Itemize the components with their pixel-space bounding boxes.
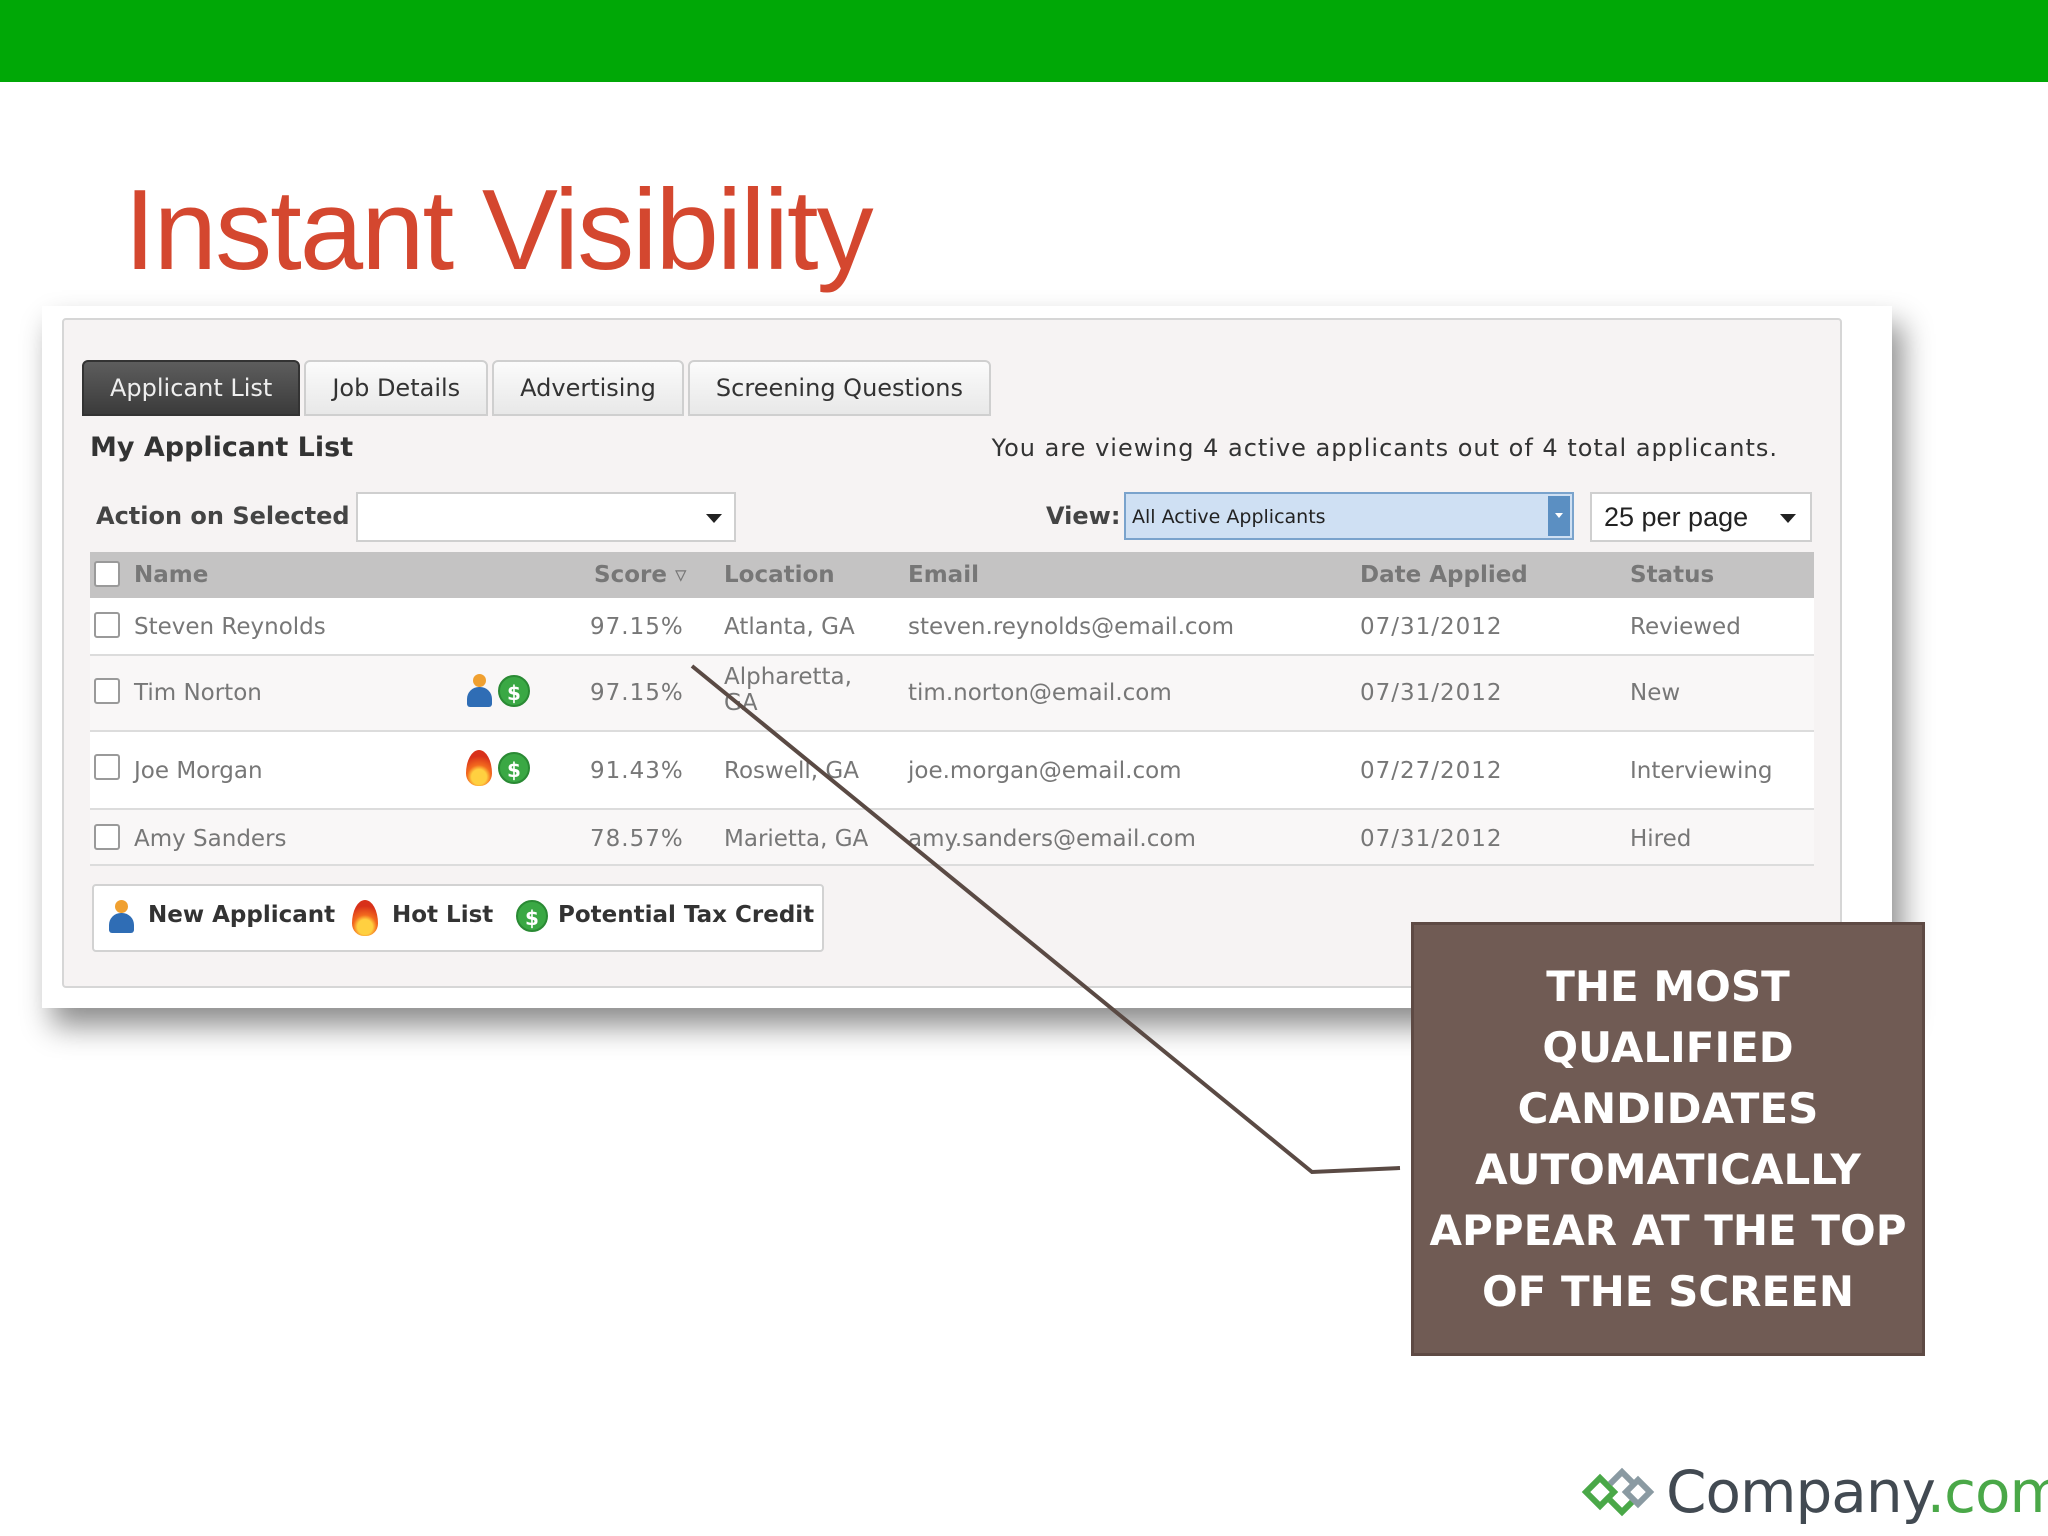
per-page-value: 25 per page [1604,502,1749,532]
tax-credit-icon: $ [498,752,530,784]
applicant-email[interactable]: tim.norton@email.com [908,680,1172,706]
chevron-down-icon [706,514,722,523]
hot-list-icon [466,750,492,786]
applicant-location: Roswell, GA [724,758,859,784]
applicant-location: Alpharetta, [724,664,852,690]
row-checkbox[interactable] [94,612,120,638]
applicant-location-line2: GA [724,690,758,716]
column-header-email[interactable]: Email [908,562,979,588]
tab-job-details[interactable]: Job Details [304,360,489,416]
column-header-date[interactable]: Date Applied [1360,562,1528,588]
applicant-status: Interviewing [1630,758,1773,784]
applicant-score: 97.15% [590,680,684,706]
tab-bar: Applicant List Job Details Advertising S… [82,360,992,416]
table-row[interactable]: Amy Sanders 78.57% Marietta, GA amy.sand… [90,810,1814,866]
row-checkbox[interactable] [94,754,120,780]
new-applicant-icon [466,674,492,708]
tab-advertising[interactable]: Advertising [492,360,684,416]
company-logo: Company.com [1580,1456,2048,1528]
applicant-email[interactable]: steven.reynolds@email.com [908,614,1234,640]
applicant-name[interactable]: Joe Morgan [134,758,263,784]
sort-icon: ▿ [674,562,687,588]
view-value: All Active Applicants [1132,506,1326,528]
view-label: View: [1046,502,1121,530]
column-header-location[interactable]: Location [724,562,835,588]
applicant-date: 07/31/2012 [1360,680,1503,706]
brand-wordmark: Company.com [1666,1458,2048,1526]
tab-screening-questions[interactable]: Screening Questions [687,360,992,416]
applicant-email[interactable]: amy.sanders@email.com [908,826,1196,852]
logo-mark-icon [1581,1467,1655,1517]
applicant-panel: Applicant List Job Details Advertising S… [62,318,1842,988]
icon-legend: New Applicant Hot List $ Potential Tax C… [92,884,824,952]
applicant-table: Name Score ▿ Location Email Date Applied… [90,552,1814,866]
view-select[interactable]: All Active Applicants [1124,492,1574,540]
applicant-name[interactable]: Amy Sanders [134,826,287,852]
score-header-label: Score [594,562,667,588]
column-header-name[interactable]: Name [134,562,208,588]
applicant-icons: $ [466,750,530,786]
select-all-checkbox[interactable] [94,561,120,587]
applicant-date: 07/31/2012 [1360,614,1503,640]
applicant-icons: $ [466,674,530,708]
chevron-down-icon [1555,513,1563,518]
column-header-score[interactable]: Score ▿ [594,562,687,588]
top-green-bar [0,0,2048,82]
list-title: My Applicant List [90,432,354,463]
brand-name: Company [1666,1458,1928,1526]
legend-tax-credit: Potential Tax Credit [558,902,815,928]
table-row[interactable]: Joe Morgan $ 91.43% Roswell, GA joe.morg… [90,732,1814,810]
applicant-summary: You are viewing 4 active applicants out … [991,434,1778,462]
callout-text: THE MOST QUALIFIED CANDIDATES AUTOMATICA… [1429,962,1907,1316]
applicant-score: 91.43% [590,758,684,784]
column-header-status[interactable]: Status [1630,562,1714,588]
hot-list-icon [352,900,378,936]
brand-tld: .com [1926,1458,2048,1526]
row-checkbox[interactable] [94,824,120,850]
table-row[interactable]: Steven Reynolds 97.15% Atlanta, GA steve… [90,598,1814,656]
applicant-name[interactable]: Steven Reynolds [134,614,326,640]
tax-credit-icon: $ [516,900,548,932]
per-page-select[interactable]: 25 per page [1590,492,1812,542]
chevron-down-icon [1780,514,1796,523]
applicant-score: 78.57% [590,826,684,852]
applicant-screenshot: Applicant List Job Details Advertising S… [42,306,1892,1008]
row-checkbox[interactable] [94,678,120,704]
callout-box: THE MOST QUALIFIED CANDIDATES AUTOMATICA… [1411,922,1925,1356]
table-row[interactable]: Tim Norton $ 97.15% Alpharetta, GA tim.n… [90,656,1814,732]
legend-hot-list: Hot List [392,902,494,928]
applicant-date: 07/27/2012 [1360,758,1503,784]
applicant-status: New [1630,680,1681,706]
table-header: Name Score ▿ Location Email Date Applied… [90,552,1814,598]
applicant-email[interactable]: joe.morgan@email.com [908,758,1182,784]
tab-applicant-list[interactable]: Applicant List [82,360,301,416]
slide-title: Instant Visibility [124,167,874,294]
applicant-location: Atlanta, GA [724,614,855,640]
applicant-date: 07/31/2012 [1360,826,1503,852]
tax-credit-icon: $ [498,675,530,707]
applicant-score: 97.15% [590,614,684,640]
applicant-location: Marietta, GA [724,826,869,852]
new-applicant-icon [108,900,134,934]
applicant-name[interactable]: Tim Norton [134,680,262,706]
legend-new-applicant: New Applicant [148,902,336,928]
applicant-status: Hired [1630,826,1692,852]
applicant-status: Reviewed [1630,614,1741,640]
view-dropdown-button[interactable] [1548,496,1570,536]
action-label: Action on Selected [96,502,350,530]
action-select[interactable] [356,492,736,542]
